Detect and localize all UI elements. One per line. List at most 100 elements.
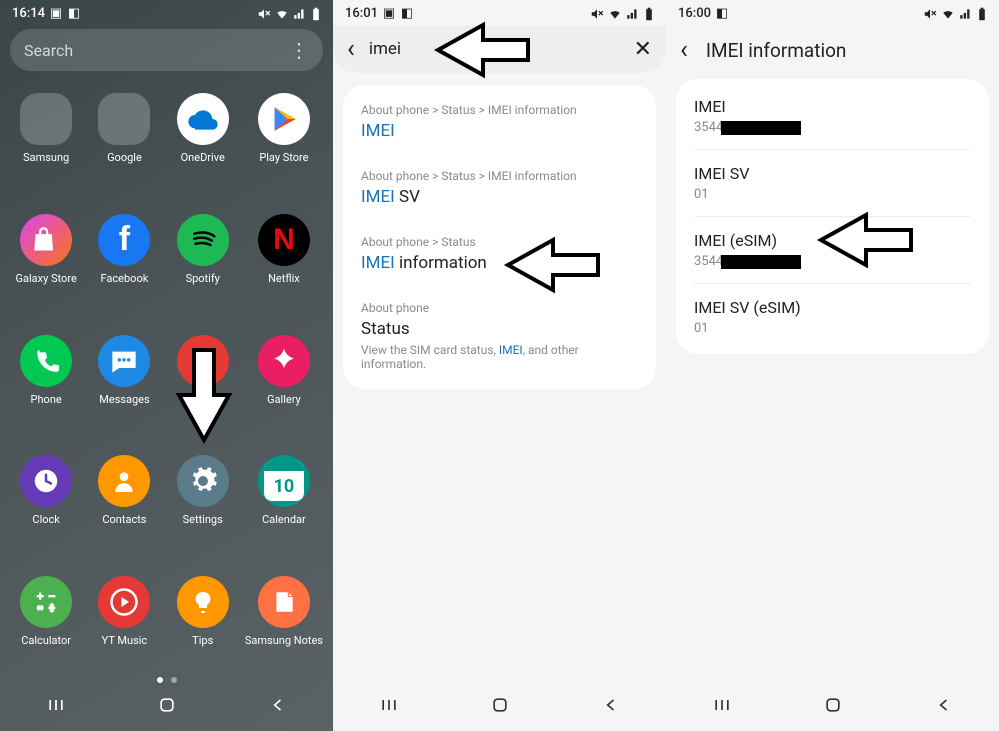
app-label: Calendar [262, 513, 306, 526]
wifi-icon [608, 7, 622, 21]
search-placeholder: Search [24, 41, 73, 60]
phone-launcher: 16:14 ▣ ◧ Search ⋮ Samsung GoogleOneDriv… [0, 0, 333, 731]
search-input[interactable]: imei [369, 39, 401, 59]
bulb-icon [177, 576, 229, 628]
back-icon[interactable]: ‹ [680, 35, 688, 65]
signal-icon [959, 7, 973, 21]
back-button[interactable] [601, 695, 621, 719]
search-result[interactable]: About phone > Status > IMEI information … [361, 155, 638, 221]
back-icon[interactable]: ‹ [347, 34, 355, 64]
result-breadcrumb: About phone [361, 301, 638, 315]
signal-icon [626, 7, 640, 21]
app-gallery[interactable]: Gallery [245, 335, 323, 428]
mute-icon [590, 7, 604, 21]
status-icons [590, 7, 654, 21]
info-row[interactable]: IMEI SV 01 [694, 150, 971, 217]
app-contacts[interactable]: Contacts [88, 455, 160, 548]
app-label: Galaxy Store [16, 272, 77, 285]
app-label: Tips [192, 634, 213, 647]
home-button[interactable] [490, 695, 510, 719]
result-breadcrumb: About phone > Status > IMEI information [361, 169, 638, 183]
app-label: Calculator [21, 634, 71, 647]
search-result[interactable]: About phone > Status > IMEI information … [361, 89, 638, 155]
notification-icon: ▣ [382, 7, 396, 21]
app-grid: Samsung GoogleOneDrive Play Store Galaxy S… [0, 81, 333, 669]
info-row[interactable]: IMEI SV (eSIM) 01 [694, 284, 971, 350]
note-icon [258, 576, 310, 628]
mute-icon [257, 7, 271, 21]
battery-icon [311, 7, 321, 21]
app-label: Netflix [268, 272, 300, 285]
home-button[interactable] [157, 695, 177, 719]
info-value: 3544 [694, 254, 971, 269]
recents-button[interactable] [712, 695, 732, 719]
search-bar[interactable]: Search ⋮ [10, 29, 323, 71]
msg-icon [98, 335, 150, 387]
more-icon[interactable]: ⋮ [289, 38, 309, 62]
clock-icon [20, 455, 72, 507]
folder-icon [20, 93, 72, 145]
app-messages[interactable]: Messages [88, 335, 160, 428]
app-onedrive[interactable]: OneDrive [167, 93, 239, 186]
app-samsung-notes[interactable]: Samsung Notes [245, 576, 323, 669]
redacted-value [721, 255, 801, 269]
app-play-store[interactable]: Play Store [245, 93, 323, 186]
app-label: Phone [31, 393, 62, 406]
app-label: Settings [183, 513, 223, 526]
status-bar: 16:00 ◧ [666, 0, 999, 25]
app-label: Contacts [102, 513, 146, 526]
app-calculator[interactable]: Calculator [10, 576, 82, 669]
info-label: IMEI (eSIM) [694, 231, 971, 250]
app-galaxy-store[interactable]: Galaxy Store [10, 214, 82, 307]
app-label: Camera [184, 393, 222, 406]
home-button[interactable] [823, 695, 843, 719]
contact-icon [98, 455, 150, 507]
app-samsung[interactable]: Samsung [10, 93, 82, 186]
app-camera[interactable]: Camera [167, 335, 239, 428]
app-yt-music[interactable]: YT Music [88, 576, 160, 669]
app-tips[interactable]: Tips [167, 576, 239, 669]
nav-bar [666, 683, 999, 731]
info-value: 01 [694, 321, 971, 336]
battery-icon [644, 7, 654, 21]
app-spotify[interactable]: Spotify [167, 214, 239, 307]
bag-icon [20, 214, 72, 266]
app-label: Facebook [101, 272, 149, 285]
app-settings[interactable]: Settings [167, 455, 239, 548]
app-clock[interactable]: Clock [10, 455, 82, 548]
info-label: IMEI [694, 97, 971, 116]
recents-button[interactable] [379, 695, 399, 719]
app-label: Play Store [259, 151, 308, 164]
app-label: Spotify [186, 272, 220, 285]
search-result[interactable]: About phone StatusView the SIM card stat… [361, 287, 638, 385]
notification-icon: ▣ [49, 7, 63, 21]
search-result[interactable]: About phone > Status IMEI information [361, 221, 638, 287]
back-button[interactable] [268, 695, 288, 719]
clear-icon[interactable]: ✕ [634, 37, 652, 62]
f-icon: f [98, 214, 150, 266]
clock-text: 16:00 [678, 6, 711, 21]
cal-icon: 10 [258, 455, 310, 507]
spotify-icon [177, 214, 229, 266]
app-calendar[interactable]: 10 Calendar [245, 455, 323, 548]
notification-icon: ◧ [67, 7, 81, 21]
app-facebook[interactable]: f Facebook [88, 214, 160, 307]
info-row[interactable]: IMEI 3544 [694, 83, 971, 150]
info-row[interactable]: IMEI (eSIM) 3544 [694, 217, 971, 284]
info-value: 3544 [694, 120, 971, 135]
back-button[interactable] [934, 695, 954, 719]
recents-button[interactable] [46, 695, 66, 719]
app-label: Messages [99, 393, 149, 406]
N-icon: N [258, 214, 310, 266]
nav-bar [0, 683, 333, 731]
status-icons [923, 7, 987, 21]
app-google[interactable]: Google [88, 93, 160, 186]
app-phone[interactable]: Phone [10, 335, 82, 428]
notification-icon: ◧ [400, 7, 414, 21]
app-netflix[interactable]: N Netflix [245, 214, 323, 307]
result-breadcrumb: About phone > Status [361, 235, 638, 249]
phone-imei-info: 16:00 ◧ ‹ IMEI information IMEI 3544IMEI… [666, 0, 999, 731]
results-card: About phone > Status > IMEI information … [343, 85, 656, 389]
result-breadcrumb: About phone > Status > IMEI information [361, 103, 638, 117]
calc-icon [20, 576, 72, 628]
